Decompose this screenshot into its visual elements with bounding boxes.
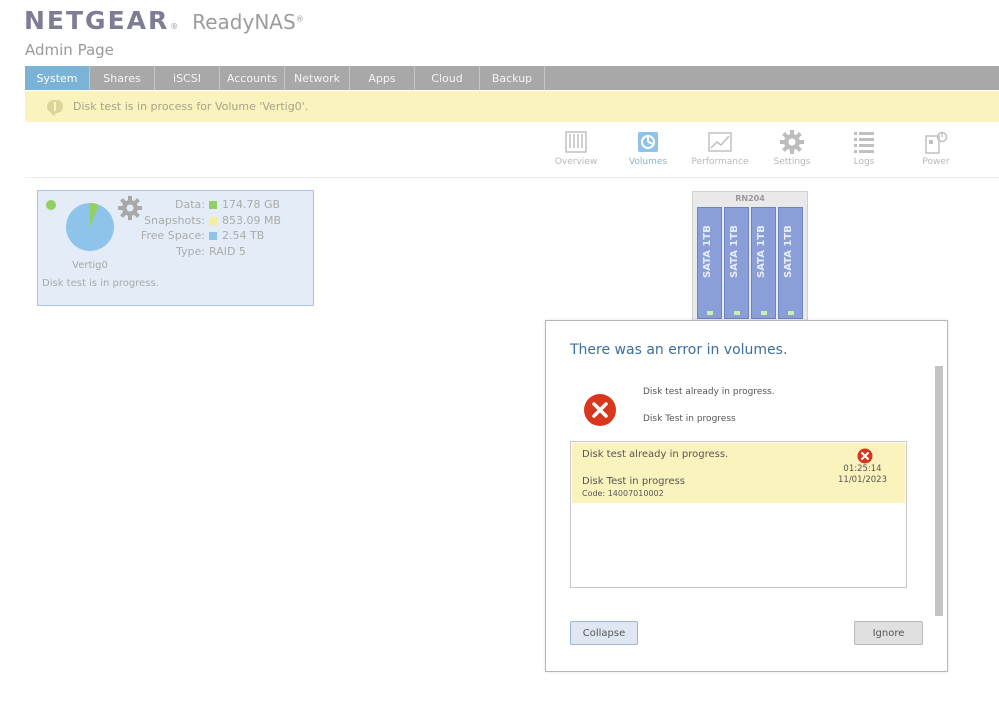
stat-type-label: Type:: [176, 244, 205, 258]
volume-status-dot: [46, 200, 56, 210]
notification-bar: Disk test is in process for Volume 'Vert…: [25, 91, 999, 122]
stat-data-value: 174.78 GB: [222, 198, 281, 211]
drive-bay-3-label: SATA 1TB: [756, 225, 767, 278]
subtab-overview[interactable]: Overview: [540, 130, 612, 167]
error-entry-timestamp: 01:25:14 11/01/2023: [838, 464, 887, 486]
drive-bay-3[interactable]: SATA 1TB: [751, 207, 776, 319]
drive-bay-4-label: SATA 1TB: [783, 225, 794, 278]
stat-snapshots: Snapshots: 853.09 MB: [134, 213, 281, 229]
error-entry-icon: [857, 448, 873, 464]
subtab-logs[interactable]: Logs: [828, 130, 900, 167]
volumes-icon: [638, 132, 658, 152]
error-dialog: There was an error in volumes. Disk test…: [545, 320, 948, 672]
drive-bay-2-label: SATA 1TB: [729, 225, 740, 278]
volume-name: Vertig0: [72, 260, 108, 271]
drive-bay-2-led: [734, 311, 740, 315]
volume-usage-pie: [66, 203, 114, 251]
volume-status-text: Disk test is in progress.: [42, 278, 159, 289]
settings-icon: [780, 130, 804, 154]
error-entry-time: 01:25:14: [843, 464, 882, 474]
subtab-settings-label: Settings: [773, 157, 811, 167]
product-name-text: ReadyNAS: [192, 10, 296, 34]
stat-type-value: RAID 5: [209, 244, 246, 258]
page-title: Admin Page: [25, 41, 114, 59]
stat-free-label: Free Space:: [140, 229, 205, 242]
tab-apps[interactable]: Apps: [350, 66, 415, 90]
snapshots-swatch: [209, 216, 217, 225]
drive-bay-2[interactable]: SATA 1TB: [724, 207, 749, 319]
subtab-logs-label: Logs: [853, 157, 875, 167]
drive-bay-4-led: [788, 311, 794, 315]
subtab-divider: [25, 177, 999, 178]
dialog-message-2: Disk Test in progress: [643, 414, 736, 424]
product-registered-mark: ®: [295, 14, 304, 24]
tab-cloud[interactable]: Cloud: [415, 66, 480, 90]
dialog-message-1: Disk test already in progress.: [643, 387, 775, 397]
subtab-power-label: Power: [922, 157, 950, 167]
drive-bay-1[interactable]: SATA 1TB: [697, 207, 722, 319]
drive-bay-3-led: [761, 311, 767, 315]
product-name: ReadyNAS®: [192, 10, 303, 34]
error-entry-line-1: Disk test already in progress.: [582, 449, 729, 460]
drive-bay-1-led: [707, 311, 713, 315]
stat-type: Type: RAID 5: [134, 244, 281, 260]
stat-data: Data: 174.78 GB: [134, 197, 281, 213]
ignore-button[interactable]: Ignore: [854, 621, 923, 645]
error-entry-date: 11/01/2023: [838, 475, 887, 485]
logs-icon: [854, 132, 874, 153]
stat-free-space: Free Space: 2.54 TB: [134, 228, 281, 244]
error-entry-code: Code: 14007010002: [582, 489, 664, 498]
subtab-volumes[interactable]: Volumes: [612, 130, 684, 167]
error-icon: [584, 394, 616, 426]
stat-snapshots-label: Snapshots:: [144, 213, 205, 227]
collapse-button[interactable]: Collapse: [570, 621, 638, 645]
stat-data-label: Data:: [175, 198, 205, 211]
tab-backup[interactable]: Backup: [480, 66, 545, 90]
logo-registered-mark: ®: [170, 22, 179, 31]
stat-snapshots-value: 853.09 MB: [222, 213, 282, 227]
subtab-performance[interactable]: Performance: [684, 130, 756, 167]
tab-accounts[interactable]: Accounts: [220, 66, 285, 90]
subtab-settings[interactable]: Settings: [756, 130, 828, 167]
power-icon: [925, 131, 948, 154]
system-subtabs: Overview Volumes Performance Settings Lo…: [540, 130, 972, 167]
subtab-volumes-label: Volumes: [628, 157, 668, 167]
overview-icon: [565, 131, 587, 153]
nas-device-image: RN204 SATA 1TB SATA 1TB SATA 1TB SATA 1T…: [692, 191, 808, 321]
performance-icon: [708, 132, 732, 152]
drive-bay-1-label: SATA 1TB: [702, 225, 713, 278]
brand-header: NETGEAR ® ReadyNAS®: [24, 6, 304, 40]
netgear-logo: NETGEAR: [24, 6, 170, 35]
free-space-swatch: [209, 232, 217, 240]
notification-text: Disk test is in process for Volume 'Vert…: [73, 100, 309, 113]
tab-system[interactable]: System: [25, 66, 90, 90]
tab-network[interactable]: Network: [285, 66, 350, 90]
tab-iscsi[interactable]: iSCSI: [155, 66, 220, 90]
dialog-title: There was an error in volumes.: [570, 342, 788, 358]
data-swatch: [209, 201, 217, 209]
device-model: RN204: [735, 194, 765, 203]
speech-bubble-icon[interactable]: [47, 100, 63, 116]
main-nav: System Shares iSCSI Accounts Network App…: [25, 66, 999, 90]
error-entry-line-2: Disk Test in progress: [582, 476, 685, 487]
tab-shares[interactable]: Shares: [90, 66, 155, 90]
subtab-overview-label: Overview: [554, 157, 598, 167]
subtab-power[interactable]: Power: [900, 130, 972, 167]
drive-bay-4[interactable]: SATA 1TB: [778, 207, 803, 319]
stat-free-value: 2.54 TB: [222, 229, 265, 242]
dialog-scrollbar[interactable]: [935, 366, 943, 616]
error-list: Disk test already in progress. Disk Test…: [570, 441, 907, 588]
volume-stats: Data: 174.78 GB Snapshots: 853.09 MB Fre…: [134, 197, 281, 259]
error-entry: Disk test already in progress. Disk Test…: [572, 443, 905, 503]
subtab-performance-label: Performance: [691, 157, 749, 167]
volume-card[interactable]: Vertig0 Disk test is in progress. Data: …: [37, 190, 314, 306]
